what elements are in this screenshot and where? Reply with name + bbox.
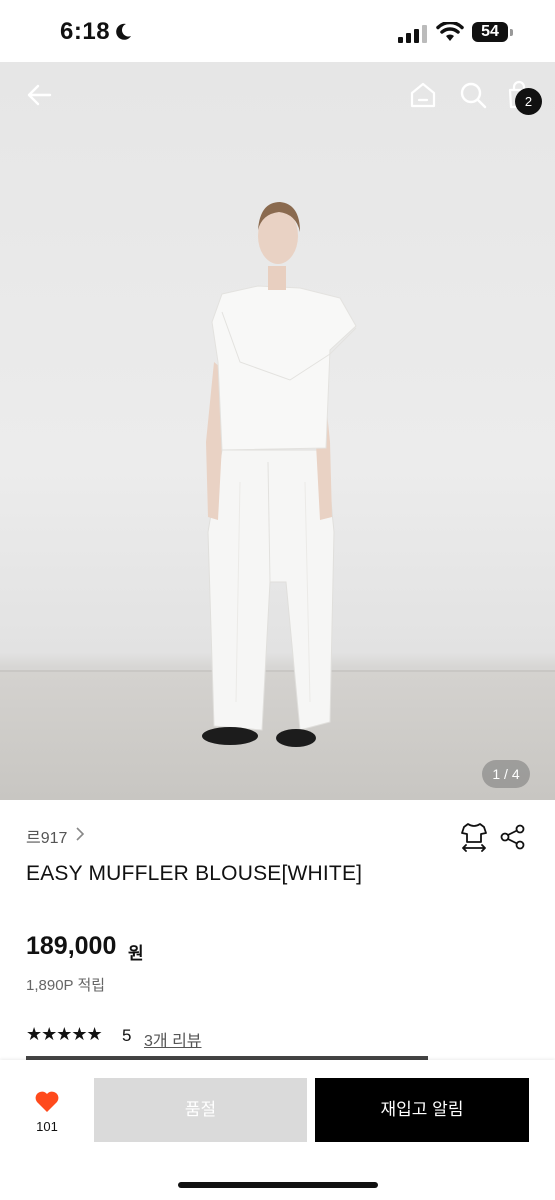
search-icon[interactable] bbox=[458, 80, 488, 110]
home-icon[interactable] bbox=[408, 80, 438, 110]
rating-stars: ★★★★★ bbox=[26, 1024, 103, 1044]
like-count: 101 bbox=[36, 1119, 58, 1134]
product-image-gallery[interactable]: 2 1 / 4 bbox=[0, 62, 555, 800]
reward-points: 1,890P 적립 bbox=[26, 977, 106, 994]
status-time: 6:18 bbox=[60, 18, 111, 45]
review-count-link[interactable]: 3개 리뷰 bbox=[144, 1027, 202, 1051]
product-price: 189,000 bbox=[26, 932, 117, 960]
image-page-indicator: 1 / 4 bbox=[482, 760, 530, 788]
product-title: EASY MUFFLER BLOUSE[WHITE] bbox=[26, 862, 363, 885]
cart-count-badge: 2 bbox=[515, 88, 542, 115]
moon-icon bbox=[116, 23, 131, 40]
back-arrow-icon[interactable] bbox=[24, 80, 54, 110]
home-indicator bbox=[178, 1182, 378, 1188]
sold-out-button[interactable]: 품절 bbox=[94, 1078, 307, 1142]
heart-icon[interactable] bbox=[34, 1090, 60, 1114]
battery-tip bbox=[510, 29, 513, 36]
size-guide-icon[interactable] bbox=[460, 822, 488, 852]
brand-link[interactable]: 르917 bbox=[26, 824, 67, 848]
wifi-icon bbox=[436, 22, 464, 41]
model-photo bbox=[202, 202, 357, 747]
chevron-right-icon[interactable] bbox=[74, 826, 86, 842]
signal-icon bbox=[398, 25, 427, 43]
share-icon[interactable] bbox=[500, 824, 526, 850]
price-currency: 원 bbox=[128, 944, 144, 963]
rating-value: 5 bbox=[122, 1026, 132, 1045]
status-bar: 6:18 54 bbox=[0, 0, 555, 62]
battery-indicator: 54 bbox=[472, 22, 508, 42]
restock-alert-button[interactable]: 재입고 알림 bbox=[315, 1078, 529, 1142]
